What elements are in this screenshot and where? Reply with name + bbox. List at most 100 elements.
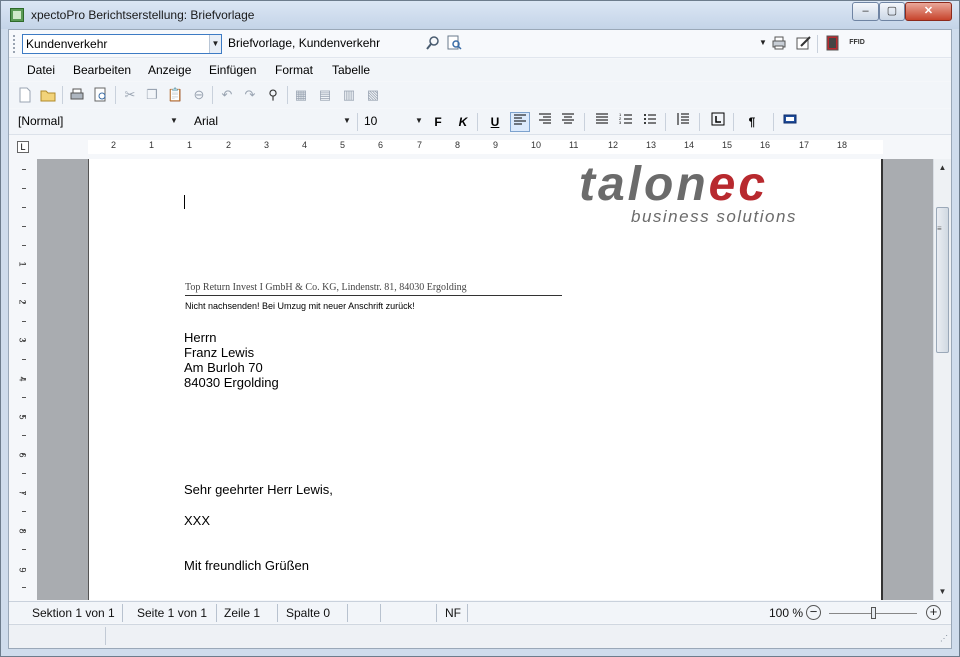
- ruler-label: 8: [455, 140, 461, 150]
- style-select[interactable]: [Normal] ▼: [15, 112, 180, 132]
- vertical-ruler-tick: [22, 530, 26, 531]
- dropdown-arrow-icon[interactable]: ▼: [755, 35, 771, 51]
- company-logo: talonec business solutions: [579, 161, 797, 227]
- vertical-ruler-tick: [22, 340, 26, 341]
- search-icon[interactable]: [425, 35, 441, 51]
- insert-table-icon[interactable]: ▦: [293, 87, 309, 103]
- zoom-slider-thumb[interactable]: [871, 607, 876, 619]
- line-spacing-icon: [677, 113, 689, 125]
- toolbar-grip[interactable]: [13, 35, 16, 53]
- ruler-label: 13: [646, 140, 657, 150]
- cut-icon[interactable]: ✂: [122, 87, 138, 103]
- preview-search-icon[interactable]: [447, 35, 463, 51]
- justify-icon: [596, 113, 608, 124]
- tab-stop-icon: [711, 112, 725, 126]
- align-left-icon: [514, 114, 526, 125]
- status-column: Spalte 0: [286, 606, 331, 620]
- redo-icon[interactable]: ↷: [242, 87, 258, 103]
- vertical-ruler-tick: [22, 568, 26, 569]
- minimize-button[interactable]: –: [852, 2, 879, 21]
- horizontal-ruler[interactable]: L 2 1 1 2 3 4 5 6 7 8 9 10 11 12 13 14 15 16 17 18: [9, 136, 951, 158]
- italic-button[interactable]: K: [453, 112, 473, 132]
- maximize-button[interactable]: ▢: [879, 2, 905, 21]
- book-icon[interactable]: [825, 35, 841, 51]
- edit-icon[interactable]: [796, 35, 812, 51]
- zoom-in-button[interactable]: +: [926, 605, 941, 620]
- find-binoculars-icon[interactable]: ⚲: [265, 87, 281, 103]
- copy-icon[interactable]: ❐: [144, 87, 160, 103]
- vertical-ruler-tick: [22, 283, 26, 284]
- vertical-ruler-tick: [22, 207, 26, 208]
- document-page[interactable]: talonec business solutions Top Return In…: [88, 159, 883, 600]
- sender-line: Top Return Invest I GmbH & Co. KG, Linde…: [185, 282, 562, 296]
- open-folder-icon[interactable]: [40, 87, 56, 103]
- forward-note: Nicht nachsenden! Bei Umzug mit neuer An…: [185, 301, 415, 311]
- delete-icon[interactable]: ⊖: [191, 87, 207, 103]
- undo-icon[interactable]: ↶: [219, 87, 235, 103]
- ffid-icon[interactable]: FFID: [847, 35, 867, 51]
- align-right-button[interactable]: [535, 112, 555, 132]
- svg-text:3: 3: [619, 120, 622, 125]
- chevron-down-icon[interactable]: ▼: [341, 112, 353, 130]
- menu-format[interactable]: Format: [275, 63, 313, 77]
- ruler-label: 4: [302, 140, 308, 150]
- paste-icon[interactable]: 📋: [167, 87, 183, 103]
- vertical-ruler-tick: [22, 511, 26, 512]
- vertical-ruler-tick: [22, 188, 26, 189]
- scroll-down-icon[interactable]: ▼: [934, 583, 951, 600]
- font-size-select[interactable]: 10 ▼: [361, 112, 425, 132]
- zoom-out-button[interactable]: −: [806, 605, 821, 620]
- standard-toolbar: ✂ ❐ 📋 ⊖ ↶ ↷ ⚲ ▦ ▤ ▥ ▧: [9, 82, 951, 108]
- secondary-status-bar: ⋰: [9, 624, 951, 648]
- address-line: Herrn: [184, 330, 217, 345]
- vertical-ruler-tick: [22, 245, 26, 246]
- show-formatting-button[interactable]: ¶: [742, 112, 762, 132]
- app-icon: [10, 8, 24, 22]
- title-bar[interactable]: xpectoPro Berichtserstellung: Briefvorla…: [1, 1, 959, 29]
- vertical-ruler-tick: [22, 226, 26, 227]
- menu-anzeige[interactable]: Anzeige: [148, 63, 191, 77]
- scroll-grip-icon: ≡: [937, 224, 942, 233]
- tab-selector[interactable]: L: [17, 141, 29, 153]
- line-spacing-button[interactable]: [673, 112, 693, 132]
- insert-column-icon[interactable]: ▥: [341, 87, 357, 103]
- tab-stop-button[interactable]: [708, 112, 728, 132]
- template-field[interactable]: Briefvorlage, Kundenverkehr: [225, 34, 425, 54]
- underline-button[interactable]: U: [485, 112, 505, 132]
- menu-bar: Datei Bearbeiten Anzeige Einfügen Format…: [9, 59, 951, 81]
- menu-datei[interactable]: Datei: [27, 63, 55, 77]
- body-text: XXX: [184, 513, 211, 528]
- justify-button[interactable]: [592, 112, 612, 132]
- vertical-scrollbar[interactable]: ▲ ≡ ▼: [933, 159, 951, 600]
- new-document-icon[interactable]: [17, 87, 33, 103]
- bold-button[interactable]: F: [428, 112, 448, 132]
- scroll-up-icon[interactable]: ▲: [934, 159, 951, 176]
- close-button[interactable]: ✕: [905, 2, 952, 21]
- bullet-list-button[interactable]: [640, 112, 660, 132]
- align-left-button[interactable]: [510, 112, 530, 132]
- print-preview-icon[interactable]: [93, 87, 109, 103]
- ruler-label: 2: [226, 140, 232, 150]
- field-insert-button[interactable]: [780, 112, 800, 132]
- print-icon[interactable]: [69, 87, 85, 103]
- recipient-combo-value: Kundenverkehr: [26, 37, 108, 51]
- ruler-label: 15: [722, 140, 733, 150]
- resize-grip-icon[interactable]: ⋰: [940, 634, 948, 643]
- font-select[interactable]: Arial ▼: [191, 112, 353, 132]
- menu-tabelle[interactable]: Tabelle: [332, 63, 370, 77]
- recipient-combo[interactable]: Kundenverkehr ▼: [22, 34, 222, 54]
- chevron-down-icon[interactable]: ▼: [413, 112, 425, 130]
- chevron-down-icon[interactable]: ▼: [209, 35, 221, 53]
- vertical-ruler-tick: [22, 473, 26, 474]
- menu-bearbeiten[interactable]: Bearbeiten: [73, 63, 131, 77]
- menu-einfuegen[interactable]: Einfügen: [209, 63, 256, 77]
- align-center-button[interactable]: [558, 112, 578, 132]
- delete-table-icon[interactable]: ▧: [365, 87, 381, 103]
- ruler-label: 17: [799, 140, 810, 150]
- chevron-down-icon[interactable]: ▼: [168, 112, 180, 130]
- insert-row-icon[interactable]: ▤: [317, 87, 333, 103]
- vertical-ruler[interactable]: 12345678910: [9, 159, 37, 600]
- printer-icon[interactable]: [771, 35, 787, 51]
- numbered-list-button[interactable]: 123: [616, 112, 636, 132]
- vertical-ruler-tick: [22, 302, 26, 303]
